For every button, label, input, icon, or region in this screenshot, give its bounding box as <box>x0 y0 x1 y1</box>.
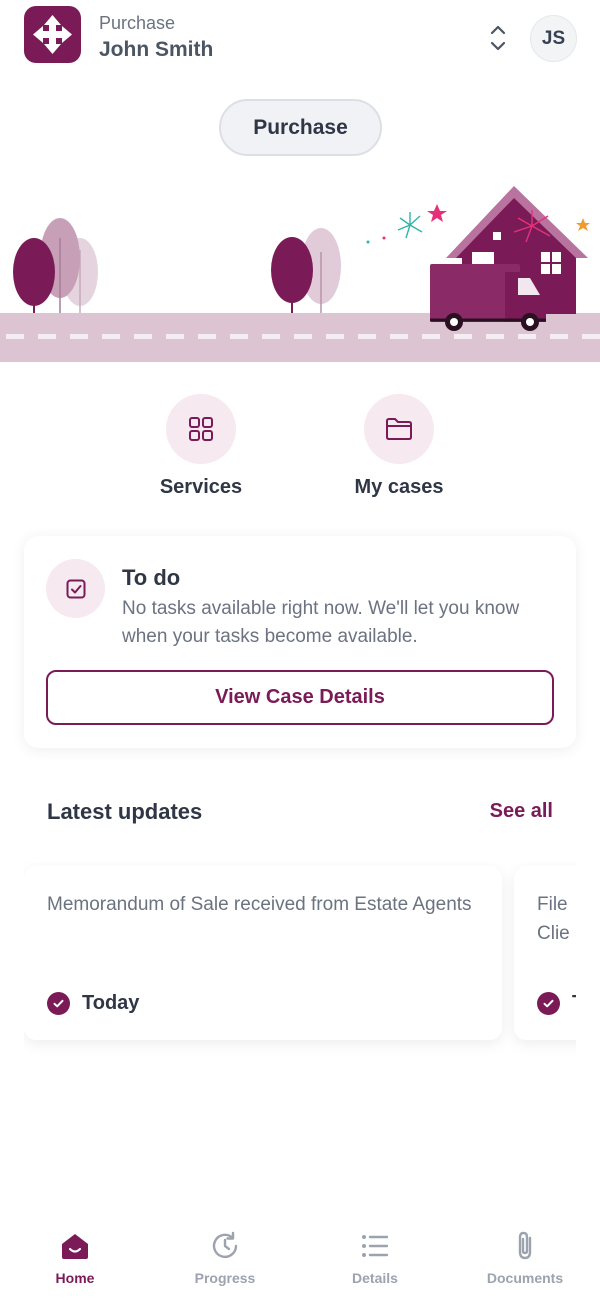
home-icon <box>62 1234 88 1259</box>
nav-progress-label: Progress <box>194 1270 256 1286</box>
my-cases-label: My cases <box>354 476 444 498</box>
services-icon-circle <box>166 394 236 464</box>
grid-icon <box>189 417 213 441</box>
paperclip-icon <box>518 1231 532 1260</box>
services-button[interactable]: Services <box>131 394 271 504</box>
folder-icon <box>386 418 412 440</box>
update-status: Today <box>47 992 139 1015</box>
case-type-label: Purchase <box>99 13 176 33</box>
check-circle-icon <box>47 992 70 1015</box>
nav-details[interactable]: Details <box>315 1230 435 1290</box>
view-case-details-button[interactable]: View Case Details <box>46 670 554 725</box>
todo-card: To do No tasks available right now. We'l… <box>24 536 576 748</box>
latest-updates-heading: Latest updates <box>47 799 203 824</box>
clock-icon <box>212 1231 238 1259</box>
check-circle-icon <box>537 992 560 1015</box>
app-header: Purchase John Smith JS <box>0 0 600 80</box>
my-cases-icon-circle <box>364 394 434 464</box>
nav-home[interactable]: Home <box>15 1230 135 1290</box>
nav-home-label: Home <box>55 1270 95 1286</box>
update-text: Memorandum of Sale received from Estate … <box>47 894 472 915</box>
case-switcher-button[interactable] <box>484 22 512 54</box>
user-avatar[interactable]: JS <box>530 15 577 62</box>
moving-house-illustration <box>0 186 600 362</box>
update-text: File Clie <box>537 894 570 944</box>
todo-title: To do <box>122 565 181 590</box>
update-date: T <box>572 992 576 1015</box>
update-card[interactable]: Memorandum of Sale received from Estate … <box>24 866 502 1040</box>
my-cases-button[interactable]: My cases <box>329 394 469 504</box>
update-status: T <box>537 992 576 1015</box>
case-type-pill[interactable]: Purchase <box>219 99 382 156</box>
updates-carousel[interactable]: Memorandum of Sale received from Estate … <box>24 862 576 1062</box>
client-name: John Smith <box>99 38 214 61</box>
chevron-up-down-icon <box>490 25 506 51</box>
bottom-navigation: Home Progress Details Documents <box>0 1220 600 1299</box>
update-card[interactable]: File Clie T <box>514 866 576 1040</box>
app-logo <box>24 6 81 63</box>
todo-icon-circle <box>46 559 105 618</box>
todo-message: No tasks available right now. We'll let … <box>122 598 520 647</box>
checkbox-icon <box>66 579 85 598</box>
nav-progress[interactable]: Progress <box>165 1230 285 1290</box>
list-icon <box>362 1235 389 1257</box>
hero-illustration <box>0 180 600 362</box>
nav-details-label: Details <box>352 1270 398 1286</box>
nav-documents-label: Documents <box>486 1270 564 1286</box>
logo-arrows-icon <box>33 15 72 54</box>
nav-documents[interactable]: Documents <box>465 1230 585 1290</box>
update-date: Today <box>82 992 140 1014</box>
services-label: Services <box>159 476 243 498</box>
see-all-link[interactable]: See all <box>470 800 553 823</box>
